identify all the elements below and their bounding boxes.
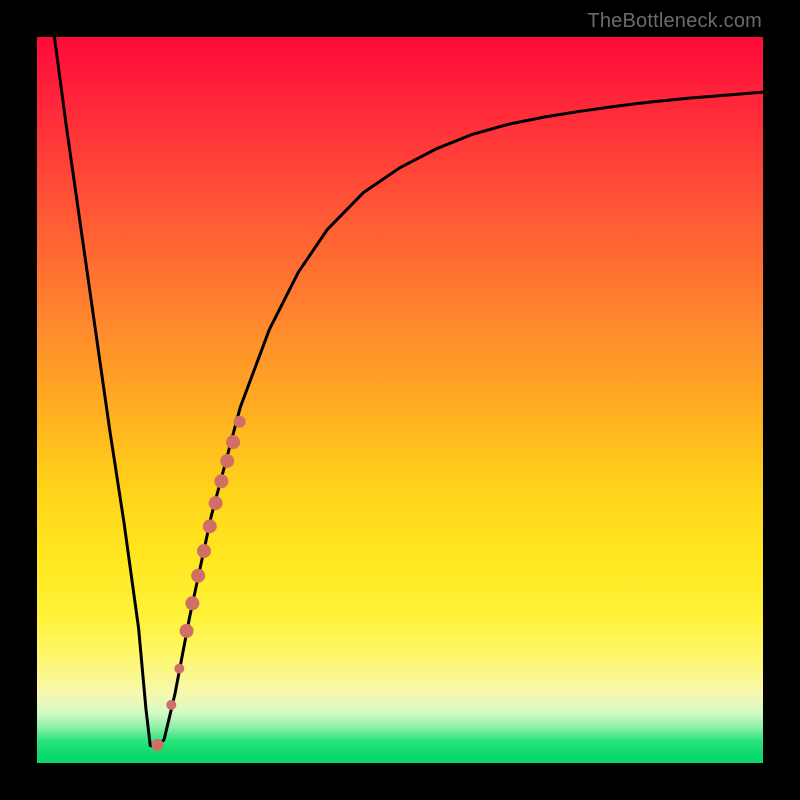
data-markers bbox=[152, 416, 246, 751]
curve-line bbox=[54, 37, 763, 746]
plot-area bbox=[37, 37, 763, 763]
data-point bbox=[234, 416, 246, 428]
watermark-text: TheBottleneck.com bbox=[587, 10, 762, 33]
bottleneck-curve bbox=[54, 37, 763, 746]
data-point bbox=[197, 544, 211, 558]
data-point bbox=[174, 664, 184, 674]
data-point bbox=[185, 596, 199, 610]
data-point bbox=[220, 454, 234, 468]
data-point bbox=[191, 569, 205, 583]
chart-frame: TheBottleneck.com bbox=[0, 0, 800, 800]
data-point bbox=[203, 519, 217, 533]
data-point bbox=[214, 474, 228, 488]
chart-svg bbox=[37, 37, 763, 763]
data-point bbox=[152, 739, 164, 751]
data-point bbox=[180, 624, 194, 638]
data-point bbox=[166, 700, 176, 710]
data-point bbox=[209, 496, 223, 510]
data-point bbox=[226, 435, 240, 449]
